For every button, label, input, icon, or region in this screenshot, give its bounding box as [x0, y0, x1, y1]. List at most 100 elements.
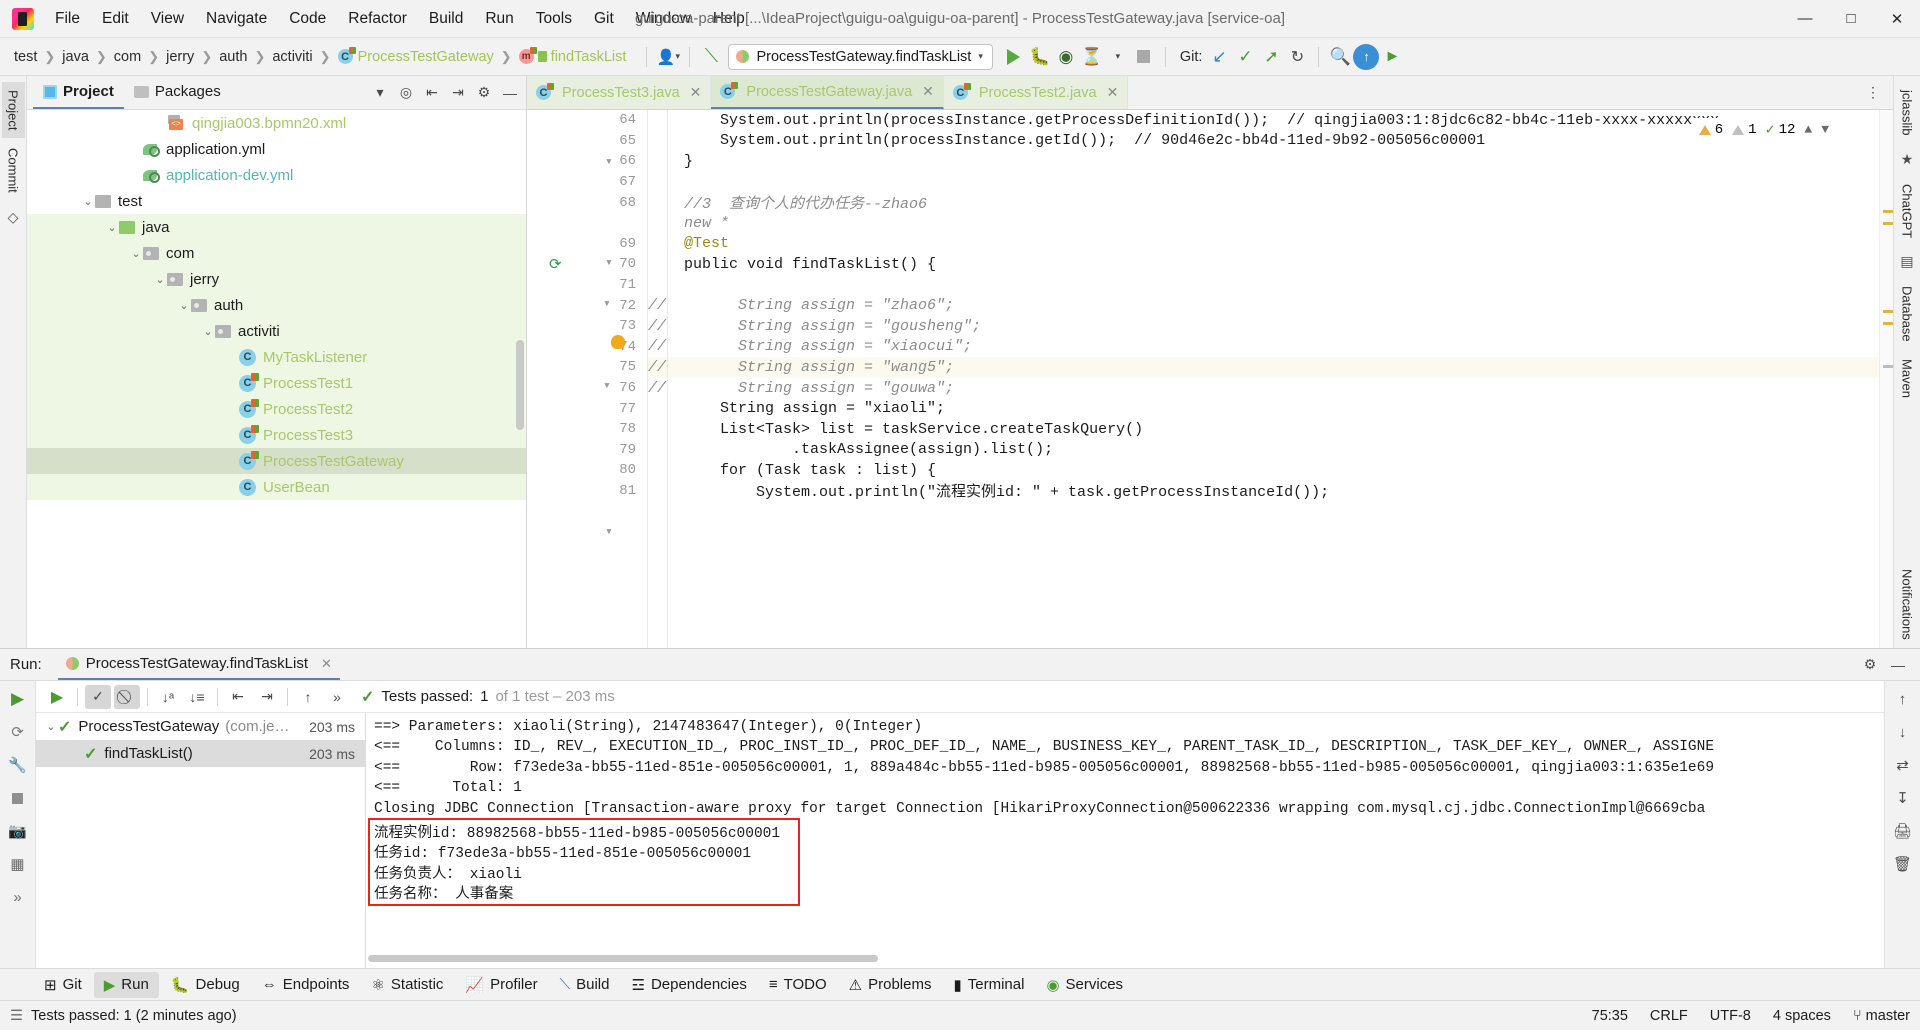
fold-icon[interactable]: ▾ — [605, 524, 613, 539]
code-line[interactable]: // String assign = "gouwa"; — [648, 378, 1893, 399]
tool-window-todo[interactable]: ≡ TODO — [759, 972, 837, 997]
build-hammer-icon[interactable]: ⟍ — [698, 44, 724, 70]
gear-icon[interactable]: ⚙ — [1858, 653, 1882, 677]
menu-view[interactable]: View — [140, 6, 195, 32]
tab-packages[interactable]: Packages — [124, 76, 231, 109]
run-test-gutter-icon[interactable]: ⟳ — [549, 255, 562, 274]
tool-window-terminal[interactable]: ▮ Terminal — [943, 972, 1034, 998]
tree-node-application-yml[interactable]: application.yml — [27, 136, 526, 162]
expand-all-icon[interactable]: ⇤ — [225, 685, 251, 709]
tab-processtest2[interactable]: C ProcessTest2.java ✕ — [944, 76, 1128, 109]
breadcrumb-com[interactable]: com — [108, 47, 147, 67]
tree-node-userbean[interactable]: CUserBean — [27, 474, 526, 500]
code-line[interactable]: // String assign = "gousheng"; — [648, 316, 1893, 337]
git-update-icon[interactable]: ↙ — [1206, 44, 1232, 70]
tree-node-mytasklistener[interactable]: CMyTaskListener — [27, 344, 526, 370]
sidebar-item-maven[interactable]: Maven — [1896, 351, 1919, 406]
leetcode-icon[interactable]: ★ — [1896, 149, 1918, 171]
indent-setting[interactable]: 4 spaces — [1773, 1008, 1831, 1024]
intention-bulb-icon[interactable] — [611, 335, 625, 349]
sidebar-item-notifications[interactable]: Notifications — [1896, 561, 1919, 648]
code-line[interactable]: } — [648, 151, 1893, 172]
debug-button[interactable]: 🐛 — [1027, 44, 1053, 70]
code-line[interactable]: @Test — [648, 234, 1893, 255]
chevron-down-icon[interactable]: ⌄ — [129, 247, 143, 260]
sort-alpha-icon[interactable]: ↓ᵃ — [155, 685, 181, 709]
close-icon[interactable]: ✕ — [321, 656, 332, 672]
chevron-down-icon[interactable]: ⌄ — [153, 273, 167, 286]
inspection-widget[interactable]: 6 1 ✓ 12 ▲ ▼ — [1693, 118, 1835, 141]
menu-file[interactable]: File — [44, 6, 91, 32]
collapse-all-icon[interactable]: ⇥ — [254, 685, 280, 709]
chevron-down-icon[interactable]: ⌄ — [81, 195, 95, 208]
profiler-dropdown-icon[interactable]: ▾ — [1105, 44, 1131, 70]
upload-icon[interactable]: ↑ — [1353, 44, 1379, 70]
tree-node-application-dev-yml[interactable]: application-dev.yml — [27, 162, 526, 188]
scroll-down-icon[interactable]: ↓ — [1891, 720, 1915, 744]
breadcrumb-method[interactable]: m findTaskList — [513, 47, 633, 67]
chevron-down-icon[interactable]: ⌄ — [105, 221, 119, 234]
more-icon[interactable]: » — [6, 885, 30, 909]
screenshot-icon[interactable]: 📷 — [6, 819, 30, 843]
test-results-tree[interactable]: ⌄✓ProcessTestGateway(com.je…203 ms✓findT… — [36, 713, 366, 968]
menu-code[interactable]: Code — [278, 6, 337, 32]
code-line[interactable]: new * — [648, 213, 1893, 234]
tab-processtest3[interactable]: C ProcessTest3.java ✕ — [527, 76, 711, 109]
breadcrumb-java[interactable]: java — [56, 47, 95, 67]
tree-node-com[interactable]: ⌄com — [27, 240, 526, 266]
sidebar-item-database[interactable]: Database — [1896, 278, 1919, 350]
menu-tools[interactable]: Tools — [525, 6, 583, 32]
menu-hamburger-icon[interactable]: ☰ — [10, 1008, 23, 1024]
code-line[interactable]: //3 查询个人的代办任务--zhao6 — [648, 192, 1893, 213]
more-options-icon[interactable]: ⋮ — [1861, 81, 1885, 105]
fold-icon[interactable]: ▾ — [605, 255, 613, 270]
tool-window-debug[interactable]: 🐛 Debug — [161, 972, 250, 998]
expand-all-icon[interactable]: ⇤ — [420, 81, 444, 105]
code-line[interactable]: List<Task> list = taskService.createTask… — [648, 419, 1893, 440]
run-with-coverage-button[interactable]: ◉ — [1053, 44, 1079, 70]
search-icon[interactable]: 🔍 — [1327, 44, 1353, 70]
database-icon[interactable]: ▤ — [1896, 251, 1918, 273]
structure-icon[interactable]: ◇ — [2, 206, 24, 228]
project-tree[interactable]: qingjia003.bpmn20.xmlapplication.ymlappl… — [27, 110, 526, 648]
stop-icon[interactable] — [6, 786, 30, 810]
sidebar-item-jclasslib[interactable]: jclasslib — [1896, 82, 1919, 144]
console-horizontal-scrollbar[interactable] — [368, 955, 878, 962]
profiler-button[interactable]: ⏳ — [1079, 44, 1105, 70]
menu-navigate[interactable]: Navigate — [195, 6, 278, 32]
tree-node-processtest2[interactable]: CProcessTest2 — [27, 396, 526, 422]
git-commit-icon[interactable]: ✓ — [1232, 44, 1258, 70]
tool-window-problems[interactable]: ⚠ Problems — [839, 972, 942, 998]
minimize-button[interactable]: — — [1782, 0, 1828, 38]
code-line[interactable]: .taskAssignee(assign).list(); — [648, 440, 1893, 461]
code-line[interactable]: // String assign = "zhao6"; — [648, 295, 1893, 316]
rerun-icon[interactable]: ▶ — [6, 687, 30, 711]
code-line[interactable] — [648, 172, 1893, 193]
tool-window-endpoints[interactable]: ⇔ Endpoints — [252, 972, 360, 997]
fold-icon[interactable]: ▾ — [605, 154, 613, 169]
fold-icon[interactable]: ▾ — [603, 296, 611, 311]
menu-build[interactable]: Build — [418, 6, 474, 32]
tree-node-processtest3[interactable]: CProcessTest3 — [27, 422, 526, 448]
tree-node-jerry[interactable]: ⌄jerry — [27, 266, 526, 292]
hide-icon[interactable]: — — [498, 81, 522, 105]
browser-icon[interactable]: ► — [1379, 44, 1405, 70]
caret-position[interactable]: 75:35 — [1592, 1008, 1628, 1024]
print-icon[interactable]: 🖨 — [1891, 819, 1915, 843]
git-history-icon[interactable]: ↻ — [1284, 44, 1310, 70]
code-line[interactable]: for (Task task : list) { — [648, 460, 1893, 481]
stop-button[interactable] — [1131, 44, 1157, 70]
run-configuration-selector[interactable]: ProcessTestGateway.findTaskList ▾ — [728, 44, 992, 70]
maximize-button[interactable]: □ — [1828, 0, 1874, 38]
code-line[interactable]: String assign = "xiaoli"; — [648, 398, 1893, 419]
breadcrumb-activiti[interactable]: activiti — [266, 47, 318, 67]
tab-processtestgateway[interactable]: C ProcessTestGateway.java ✕ — [711, 76, 943, 109]
close-icon[interactable]: ✕ — [690, 84, 702, 101]
code-line[interactable]: public void findTaskList() { — [648, 254, 1893, 275]
tree-node-java[interactable]: ⌄java — [27, 214, 526, 240]
code-line[interactable]: // String assign = "wang5"; — [648, 357, 1893, 378]
rerun-tests-icon[interactable]: ▶ — [44, 685, 70, 709]
chevron-down-icon[interactable]: ⌄ — [201, 325, 215, 338]
code-line[interactable]: System.out.println("流程实例id: " + task.get… — [648, 481, 1893, 502]
tool-window-build[interactable]: ⟍ Build — [550, 972, 620, 997]
